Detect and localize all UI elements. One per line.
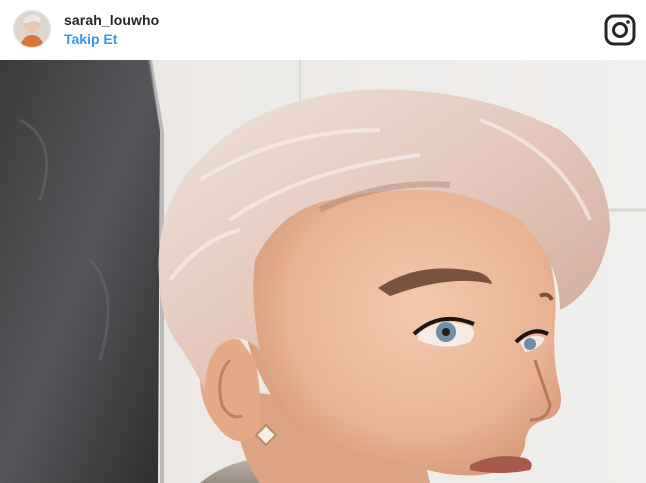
username[interactable]: sarah_louwho <box>64 12 159 28</box>
instagram-icon[interactable] <box>604 14 636 46</box>
avatar[interactable] <box>13 10 51 48</box>
post-photo[interactable] <box>0 60 646 483</box>
follow-button[interactable]: Takip Et <box>64 31 117 47</box>
instagram-embed: sarah_louwho Takip Et <box>0 0 646 483</box>
post-header: sarah_louwho Takip Et <box>0 0 646 60</box>
